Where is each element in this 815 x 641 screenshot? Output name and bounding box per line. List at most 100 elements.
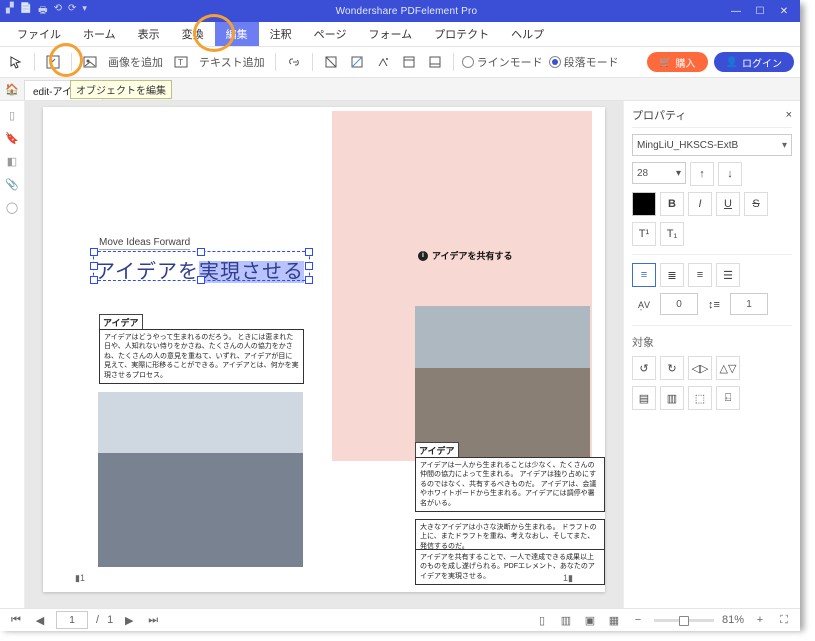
next-page-icon[interactable]: ▶ (121, 614, 137, 627)
italic-button[interactable]: I (688, 192, 712, 216)
add-image-label[interactable]: 画像を追加 (106, 54, 165, 70)
subscript-button[interactable]: T₁ (660, 222, 684, 246)
strike-button[interactable]: S (744, 192, 768, 216)
print-icon[interactable]: 🖶 (38, 3, 47, 20)
line-mode-radio[interactable]: ラインモード (462, 54, 543, 70)
font-size-down-button[interactable]: ↓ (718, 162, 742, 186)
menu-edit[interactable]: 編集 (215, 22, 259, 46)
page-mark-right: 1▮ (563, 573, 573, 584)
extract-image-button[interactable]: ⍇ (716, 386, 740, 410)
heading-move-ideas[interactable]: Move Ideas Forward (99, 237, 190, 250)
undo-icon[interactable]: ⟲ (54, 3, 62, 20)
font-size-up-button[interactable]: ↑ (690, 162, 714, 186)
underline-button[interactable]: U (716, 192, 740, 216)
font-family-select[interactable]: MingLiU_HKSCS-ExtB▾ (632, 134, 792, 156)
flip-vertical-button[interactable]: △▽ (716, 356, 740, 380)
edit-object-tool-icon[interactable] (43, 52, 63, 72)
app-icon: ▞ (6, 3, 14, 20)
add-text-label[interactable]: テキスト追加 (197, 54, 267, 70)
align-left-button[interactable]: ≡ (632, 263, 656, 287)
add-text-icon[interactable]: T (171, 52, 191, 72)
char-spacing-input[interactable]: 0 (660, 293, 698, 315)
page-sep: / (96, 614, 99, 626)
view-continuous-icon[interactable]: ▥ (558, 614, 574, 627)
header-footer-tool-icon[interactable] (399, 52, 419, 72)
line-height-input[interactable]: 1 (730, 293, 768, 315)
crop-object-button[interactable]: ⬚ (688, 386, 712, 410)
properties-title: プロパティ (632, 107, 686, 123)
superscript-button[interactable]: T¹ (632, 222, 656, 246)
paragraph-mode-radio[interactable]: 段落モード (549, 54, 619, 70)
align-right-button[interactable]: ≡ (688, 263, 712, 287)
paragraph-2[interactable]: アイデアは一人から生まれることは少なく、たくさんの仲間の協力によって生まれる。 … (415, 457, 605, 512)
prev-page-icon[interactable]: ◀ (32, 614, 48, 627)
attachments-icon[interactable]: 📎 (5, 178, 19, 191)
crop-tool-icon[interactable] (321, 52, 341, 72)
login-button[interactable]: 👤ログイン (714, 52, 794, 72)
menu-bar: ファイル ホーム 表示 変換 編集 注釈 ページ フォーム プロテクト ヘルプ (0, 22, 800, 47)
thumbnails-icon[interactable]: ▯ (9, 109, 15, 122)
user-icon: 👤 (726, 57, 738, 68)
page-total: 1 (107, 614, 113, 626)
maximize-icon[interactable]: ☐ (750, 6, 770, 17)
paragraph-4[interactable]: アイデアを共有することで、一人で達成できる成果以上のものを成し遂げられる。PDF… (415, 549, 605, 585)
heading-share[interactable]: iアイデアを共有する (418, 249, 513, 262)
zoom-in-icon[interactable]: + (752, 614, 768, 626)
target-section-title: 対象 (632, 334, 792, 350)
paragraph-1[interactable]: アイデアはどうやって生まれるのだろう。 ときには恵まれた日や、人知れない侍りをか… (99, 329, 304, 384)
prev-page-first-icon[interactable]: ⏮ (8, 614, 24, 627)
page-number-input[interactable]: 1 (56, 611, 88, 629)
rotate-cw-button[interactable]: ↻ (660, 356, 684, 380)
redo-icon[interactable]: ⟳ (68, 3, 76, 20)
view-facing-icon[interactable]: ▣ (582, 614, 598, 627)
next-page-last-icon[interactable]: ⏭ (145, 614, 161, 627)
menu-page[interactable]: ページ (303, 22, 358, 46)
menu-protect[interactable]: プロテクト (423, 22, 500, 46)
bold-button[interactable]: B (660, 192, 684, 216)
search-icon[interactable]: ◯ (6, 201, 18, 214)
add-image-icon[interactable] (80, 52, 100, 72)
home-icon[interactable]: 🏠 (0, 78, 24, 100)
flip-horizontal-button[interactable]: ◁▷ (688, 356, 712, 380)
panel-close-icon[interactable]: × (786, 109, 792, 121)
image-mug[interactable] (415, 306, 590, 461)
font-size-select[interactable]: 28▾ (632, 162, 686, 184)
menu-home[interactable]: ホーム (72, 22, 127, 46)
align-obj-right-button[interactable]: ▥ (660, 386, 684, 410)
edit-toolbar: 画像を追加 T テキスト追加 ラインモード 段落モード 🛒購入 👤ログイン (0, 47, 800, 78)
menu-help[interactable]: ヘルプ (500, 22, 555, 46)
align-center-button[interactable]: ≣ (660, 263, 684, 287)
save-icon[interactable]: 📄 (20, 3, 32, 20)
view-facing-cont-icon[interactable]: ▦ (606, 614, 622, 627)
bookmarks-icon[interactable]: 🔖 (5, 132, 19, 145)
page: Move Ideas Forward アイデアを実現させる iアイデアを共有する… (43, 107, 605, 592)
document-canvas[interactable]: Move Ideas Forward アイデアを実現させる iアイデアを共有する… (25, 101, 623, 608)
minimize-icon[interactable]: — (726, 6, 746, 17)
menu-annot[interactable]: 注釈 (259, 22, 303, 46)
zoom-slider[interactable] (654, 619, 714, 622)
align-obj-left-button[interactable]: ▤ (632, 386, 656, 410)
tooltip-edit-object: オブジェクトを編集 (70, 80, 172, 99)
menu-form[interactable]: フォーム (357, 22, 423, 46)
rotate-ccw-button[interactable]: ↺ (632, 356, 656, 380)
cart-icon: 🛒 (659, 57, 671, 68)
menu-file[interactable]: ファイル (6, 22, 72, 46)
annotations-icon[interactable]: ◧ (7, 155, 17, 168)
bates-number-tool-icon[interactable] (425, 52, 445, 72)
buy-button[interactable]: 🛒購入 (647, 52, 707, 72)
align-justify-button[interactable]: ☰ (716, 263, 740, 287)
fullscreen-icon[interactable]: ⛶ (776, 614, 792, 627)
view-single-icon[interactable]: ▯ (534, 614, 550, 627)
qat-more-icon[interactable]: ▾ (82, 3, 87, 20)
zoom-out-icon[interactable]: − (630, 614, 646, 626)
watermark-tool-icon[interactable] (347, 52, 367, 72)
link-tool-icon[interactable] (284, 52, 304, 72)
close-icon[interactable]: ✕ (774, 6, 794, 17)
menu-convert[interactable]: 変換 (171, 22, 215, 46)
menu-view[interactable]: 表示 (127, 22, 171, 46)
select-tool-icon[interactable] (6, 52, 26, 72)
svg-text:T: T (178, 58, 183, 67)
background-tool-icon[interactable] (373, 52, 393, 72)
image-pottery[interactable] (98, 392, 303, 567)
font-color-button[interactable] (632, 192, 656, 216)
